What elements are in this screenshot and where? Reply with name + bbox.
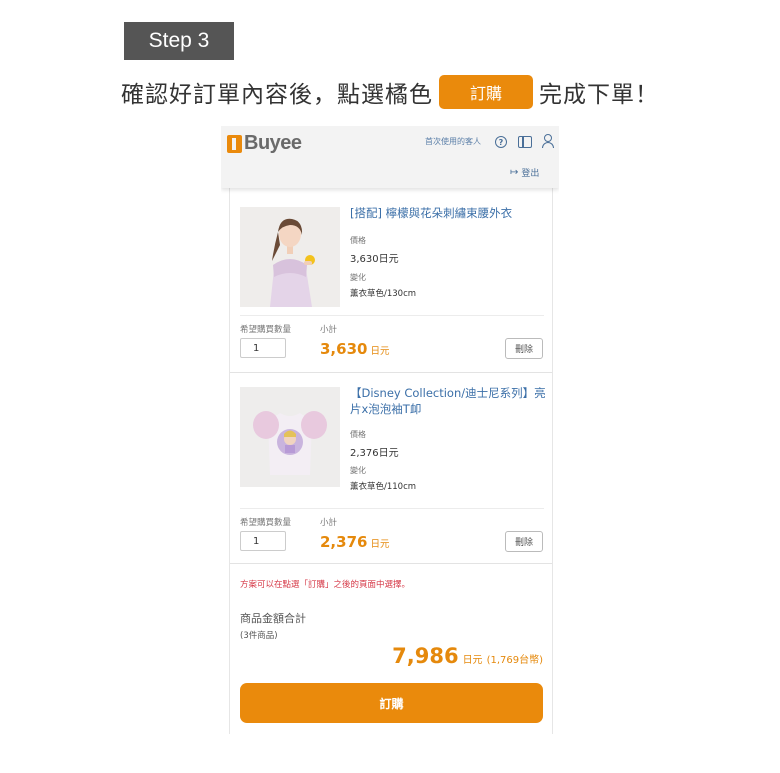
plan-notice: 方案可以在點選「訂購」之後的頁面中選擇。: [240, 580, 411, 590]
subtotal-label: 小計: [320, 325, 338, 335]
step-badge: Step 3: [124, 22, 234, 60]
total-label: 商品金額合計: [240, 612, 306, 625]
delete-button[interactable]: 刪除: [505, 338, 543, 359]
total-twd: (1,769台幣): [486, 655, 543, 666]
item-count: (3件商品): [240, 631, 278, 641]
product-image[interactable]: [240, 387, 340, 487]
subtotal-unit: 日元: [370, 539, 390, 550]
subtotal-amount: 2,376: [320, 533, 368, 551]
phone-screenshot: Buyee 首次使用的客人 ? ↦ 登出 [搭配] 檸檬與花朵刺繡束腰外衣 價格…: [221, 126, 559, 734]
cart-item: 【Disney Collection/迪士尼系列】亮片x泡泡袖T卹 價格 2,3…: [230, 373, 552, 563]
logo-text: Buyee: [244, 132, 302, 154]
variant-value: 薰衣草色/130cm: [350, 289, 417, 299]
variant-value: 薰衣草色/110cm: [350, 482, 417, 492]
panel-icon[interactable]: [518, 136, 532, 148]
logout-link[interactable]: ↦ 登出: [510, 166, 539, 179]
section-divider: [230, 563, 552, 564]
price-label: 價格: [350, 236, 366, 245]
delete-button[interactable]: 刪除: [505, 531, 543, 552]
total-amount: 7,986: [392, 644, 459, 668]
variant-label: 變化: [350, 466, 366, 475]
user-icon[interactable]: [541, 134, 554, 148]
price-label: 價格: [350, 430, 366, 439]
divider: [240, 508, 544, 509]
instruction-text: 確認好訂單內容後，點選橘色 訂購 完成下單！: [0, 72, 780, 112]
quantity-label: 希望購買數量: [240, 518, 292, 528]
logout-label: 登出: [521, 169, 540, 179]
quantity-input[interactable]: 1: [240, 531, 286, 551]
first-time-user-link[interactable]: 首次使用的客人: [425, 136, 481, 147]
quantity-input[interactable]: 1: [240, 338, 286, 358]
subtotal-value: 2,376 日元: [320, 533, 389, 551]
order-button[interactable]: 訂購: [240, 683, 543, 723]
price-value: 2,376日元: [350, 448, 399, 459]
top-bar: Buyee 首次使用的客人 ? ↦ 登出: [221, 126, 559, 188]
bag-icon: [227, 134, 242, 153]
cart-item: [搭配] 檸檬與花朵刺繡束腰外衣 價格 3,630日元 變化 薰衣草色/130c…: [230, 188, 552, 372]
quantity-label: 希望購買數量: [240, 325, 292, 335]
instruction-before: 確認好訂單內容後，點選橘色: [121, 82, 433, 108]
variant-label: 變化: [350, 273, 366, 282]
instruction-after: 完成下單！: [539, 82, 659, 108]
logout-icon: ↦: [510, 167, 519, 178]
total-unit: 日元: [462, 655, 483, 666]
product-name-link[interactable]: 【Disney Collection/迪士尼系列】亮片x泡泡袖T卹: [350, 385, 546, 417]
subtotal-amount: 3,630: [320, 340, 368, 358]
cart-content: [搭配] 檸檬與花朵刺繡束腰外衣 價格 3,630日元 變化 薰衣草色/130c…: [229, 188, 553, 734]
subtotal-value: 3,630 日元: [320, 340, 389, 358]
inline-order-button-illustration: 訂購: [439, 75, 533, 109]
product-name-link[interactable]: [搭配] 檸檬與花朵刺繡束腰外衣: [350, 205, 546, 221]
divider: [240, 315, 544, 316]
subtotal-label: 小計: [320, 518, 338, 528]
total-price: 7,986 日元 (1,769台幣): [392, 644, 543, 668]
product-image[interactable]: [240, 207, 340, 307]
help-icon[interactable]: ?: [495, 136, 507, 148]
price-value: 3,630日元: [350, 254, 399, 265]
buyee-logo[interactable]: Buyee: [227, 132, 302, 155]
subtotal-unit: 日元: [370, 346, 390, 357]
